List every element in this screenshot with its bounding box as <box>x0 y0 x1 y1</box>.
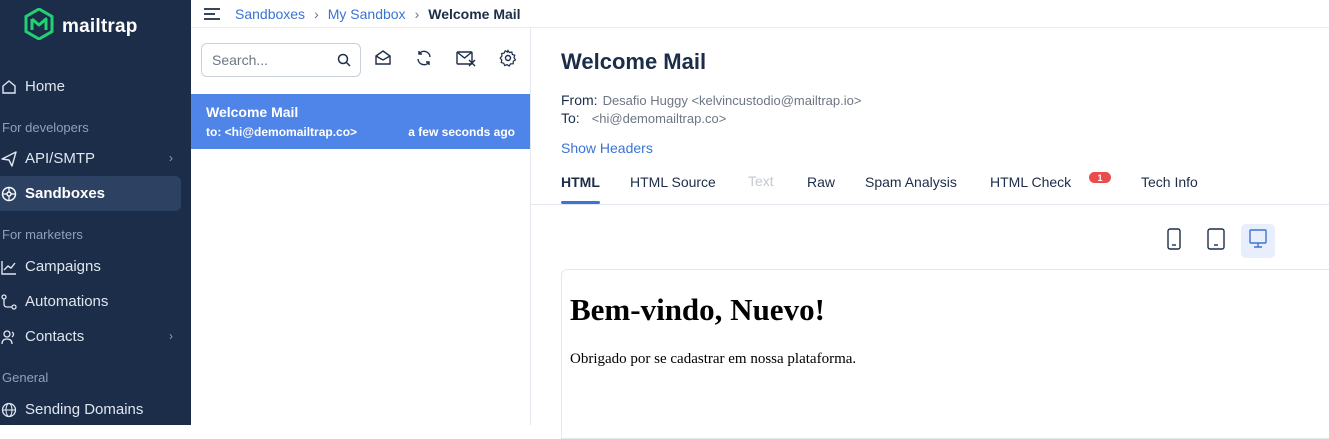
chevron-right-icon: › <box>169 329 173 343</box>
sidebar-item-label: Sandboxes <box>25 185 106 202</box>
mailtrap-logo-icon <box>24 7 54 45</box>
message-title: Welcome Mail <box>561 49 707 74</box>
sidebar-item-sending-domains[interactable]: Sending Domains <box>0 392 181 427</box>
tab-text: Text <box>748 173 774 189</box>
email-body-text: Obrigado por se cadastrar em nossa plata… <box>570 351 857 367</box>
from-value: Desafio Huggy <kelvincustodio@mailtrap.i… <box>602 93 862 108</box>
sidebar-item-label: Home <box>25 78 66 95</box>
menu-toggle-icon[interactable] <box>203 7 221 21</box>
paper-plane-icon <box>0 150 18 168</box>
refresh-icon <box>415 49 433 72</box>
tablet-view-button[interactable] <box>1199 224 1233 258</box>
breadcrumb-separator: › <box>414 5 420 22</box>
sandbox-icon <box>0 185 18 203</box>
view-tabs: HTML HTML Source Text Raw Spam Analysis … <box>531 168 1329 205</box>
tab-raw[interactable]: Raw <box>807 174 835 190</box>
tab-spam-analysis[interactable]: Spam Analysis <box>865 174 957 190</box>
desktop-icon <box>1248 228 1268 254</box>
from-row: From: Desafio Huggy <kelvincustodio@mailt… <box>561 92 861 108</box>
active-tab-indicator <box>561 201 600 204</box>
sidebar-item-home[interactable]: Home <box>0 69 181 104</box>
clear-inbox-button[interactable] <box>455 49 477 71</box>
mobile-icon <box>1167 227 1181 255</box>
breadcrumb-sandboxes[interactable]: Sandboxes <box>235 6 305 22</box>
email-preview: Bem-vindo, Nuevo! Obrigado por se cadast… <box>561 269 1329 439</box>
breadcrumb: Sandboxes › My Sandbox › Welcome Mail <box>191 0 1329 28</box>
sidebar: mailtrap Home For developers API/SMTP › … <box>0 0 191 425</box>
sidebar-item-campaigns[interactable]: Campaigns <box>0 249 181 284</box>
sidebar-item-label: API/SMTP <box>25 150 96 167</box>
search-icon <box>337 53 351 70</box>
search-input[interactable]: Search... <box>201 43 361 77</box>
breadcrumb-current: Welcome Mail <box>428 5 521 22</box>
section-for-marketers: For marketers <box>2 227 83 242</box>
email-heading: Bem-vindo, Nuevo! <box>570 292 825 327</box>
mobile-view-button[interactable] <box>1157 224 1191 258</box>
section-general: General <box>2 370 49 385</box>
search-placeholder: Search... <box>212 52 269 68</box>
chevron-right-icon: › <box>169 151 173 165</box>
breadcrumb-my-sandbox[interactable]: My Sandbox <box>328 6 406 22</box>
gear-icon <box>499 48 517 72</box>
globe-icon <box>0 401 18 419</box>
sidebar-item-label: Contacts <box>25 328 85 345</box>
sidebar-item-api-smtp[interactable]: API/SMTP › <box>0 141 181 176</box>
html-check-badge: 1 <box>1089 172 1111 183</box>
refresh-button[interactable] <box>413 49 435 71</box>
sidebar-item-label: Automations <box>25 293 109 310</box>
message-list-item[interactable]: Welcome Mail to: <hi@demomailtrap.co> a … <box>191 94 530 149</box>
section-for-developers: For developers <box>2 120 89 135</box>
sidebar-item-label: Campaigns <box>25 258 101 275</box>
workflow-icon <box>0 293 18 311</box>
to-label: To: <box>561 110 580 126</box>
tab-html-check[interactable]: HTML Check <box>990 174 1071 190</box>
sidebar-item-label: Sending Domains <box>25 401 144 418</box>
message-recipient: to: <hi@demomailtrap.co> <box>206 125 358 139</box>
to-row: To: <hi@demomailtrap.co> <box>561 110 726 126</box>
settings-button[interactable] <box>497 48 519 72</box>
desktop-view-button[interactable] <box>1241 224 1275 258</box>
chart-line-icon <box>0 258 18 276</box>
from-label: From: <box>561 92 598 108</box>
message-subject: Welcome Mail <box>206 104 299 120</box>
contacts-icon <box>0 328 18 346</box>
show-headers-link[interactable]: Show Headers <box>561 140 653 156</box>
tab-html-source[interactable]: HTML Source <box>630 174 716 190</box>
home-icon <box>0 78 18 96</box>
to-value: <hi@demomailtrap.co> <box>591 111 727 126</box>
message-detail: Welcome Mail From: Desafio Huggy <kelvinc… <box>531 28 1329 439</box>
clear-mail-icon <box>456 49 476 72</box>
tablet-icon <box>1207 227 1225 255</box>
breadcrumb-separator: › <box>314 5 319 22</box>
tab-tech-info[interactable]: Tech Info <box>1141 174 1198 190</box>
sidebar-item-contacts[interactable]: Contacts › <box>0 319 181 354</box>
tab-html[interactable]: HTML <box>561 174 600 190</box>
message-list-panel: Search... Welcome Mail to: <hi@demomailt… <box>191 28 531 425</box>
envelope-open-icon <box>374 49 392 72</box>
sidebar-item-sandboxes[interactable]: Sandboxes <box>0 176 181 211</box>
logo[interactable]: mailtrap <box>24 7 138 45</box>
sidebar-item-automations[interactable]: Automations <box>0 284 181 319</box>
mark-read-button[interactable] <box>372 49 394 71</box>
brand-name: mailtrap <box>62 15 138 37</box>
message-time: a few seconds ago <box>408 125 515 139</box>
